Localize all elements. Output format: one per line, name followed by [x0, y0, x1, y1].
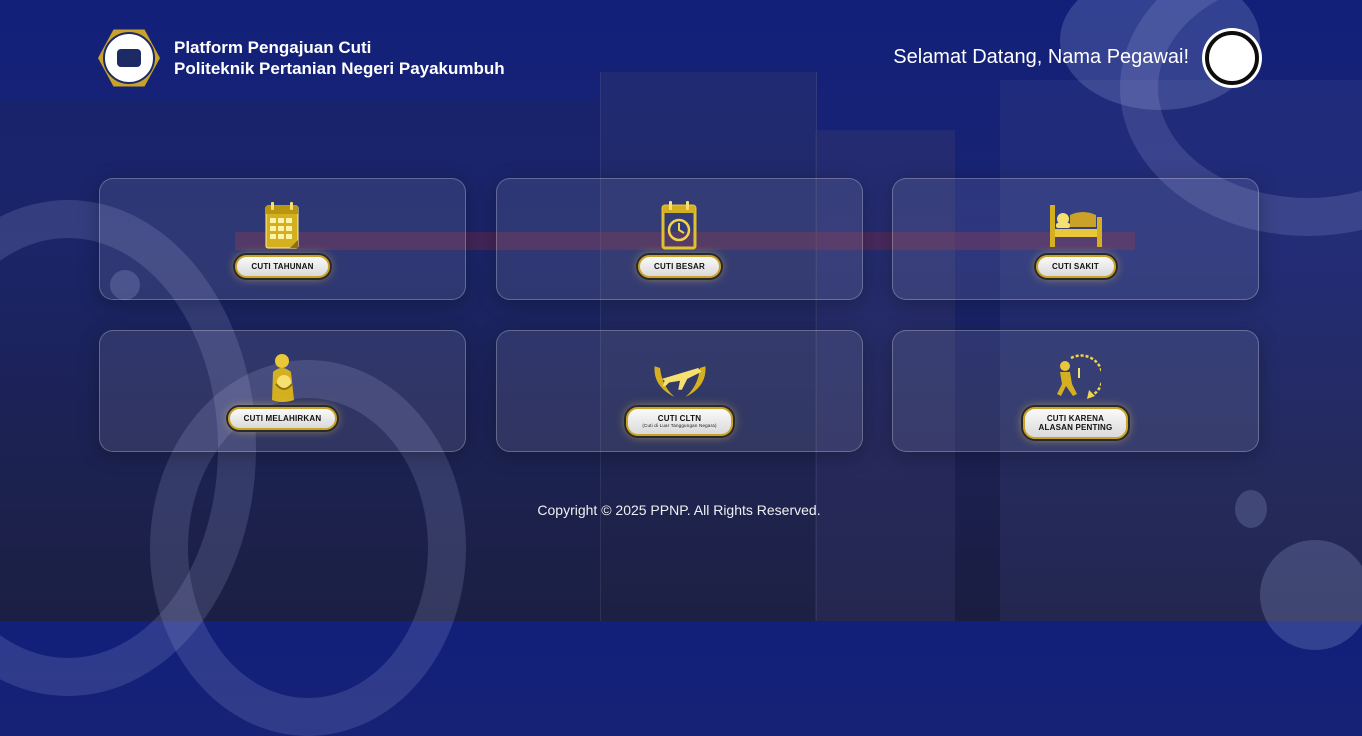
menu-card-cuti-sakit[interactable]: CUTI SAKIT: [892, 178, 1259, 300]
app-title: Platform Pengajuan Cuti Politeknik Perta…: [174, 37, 505, 79]
menu-card-label: CUTI BESAR: [638, 255, 721, 278]
menu-card-cuti-cltn[interactable]: CUTI CLTN (Cuti di Luar Tanggungan Negar…: [496, 330, 863, 452]
mother-child-icon: [254, 349, 312, 407]
menu-card-cuti-tahunan[interactable]: CUTI TAHUNAN: [99, 178, 466, 300]
menu-card-label-main: CUTI CLTN: [657, 414, 702, 423]
calendar-clock-icon: [651, 197, 709, 255]
menu-card-label-line2: ALASAN PENTING: [1038, 423, 1113, 432]
user-avatar[interactable]: [1205, 31, 1259, 85]
institution-logo: [98, 29, 160, 87]
calendar-icon: [254, 197, 312, 255]
copyright-text: Copyright © 2025 PPNP. All Rights Reserv…: [537, 502, 821, 518]
menu-card-label: CUTI KARENA ALASAN PENTING: [1022, 407, 1129, 439]
menu-card-cuti-melahirkan[interactable]: CUTI MELAHIRKAN: [99, 330, 466, 452]
bed-icon: [1047, 197, 1105, 255]
top-header: Platform Pengajuan Cuti Politeknik Perta…: [0, 0, 1362, 110]
menu-card-label: CUTI SAKIT: [1035, 255, 1116, 278]
person-clock-icon: [1047, 349, 1105, 407]
menu-card-label: CUTI TAHUNAN: [235, 255, 330, 278]
menu-card-cuti-alasan-penting[interactable]: CUTI KARENA ALASAN PENTING: [892, 330, 1259, 452]
menu-card-label: CUTI MELAHIRKAN: [227, 407, 338, 430]
menu-card-label-line1: CUTI KARENA: [1046, 414, 1105, 423]
menu-card-label: CUTI CLTN (Cuti di Luar Tanggungan Negar…: [626, 407, 733, 436]
plane-wings-icon: [651, 349, 709, 407]
page-footer: Copyright © 2025 PPNP. All Rights Reserv…: [0, 502, 1362, 520]
app-title-line2: Politeknik Pertanian Negeri Payakumbuh: [174, 59, 505, 78]
welcome-message: Selamat Datang, Nama Pegawai!: [893, 46, 1189, 68]
menu-card-sublabel: (Cuti di Luar Tanggungan Negara): [642, 423, 717, 428]
menu-card-cuti-besar[interactable]: CUTI BESAR: [496, 178, 863, 300]
app-title-line1: Platform Pengajuan Cuti: [174, 38, 372, 57]
